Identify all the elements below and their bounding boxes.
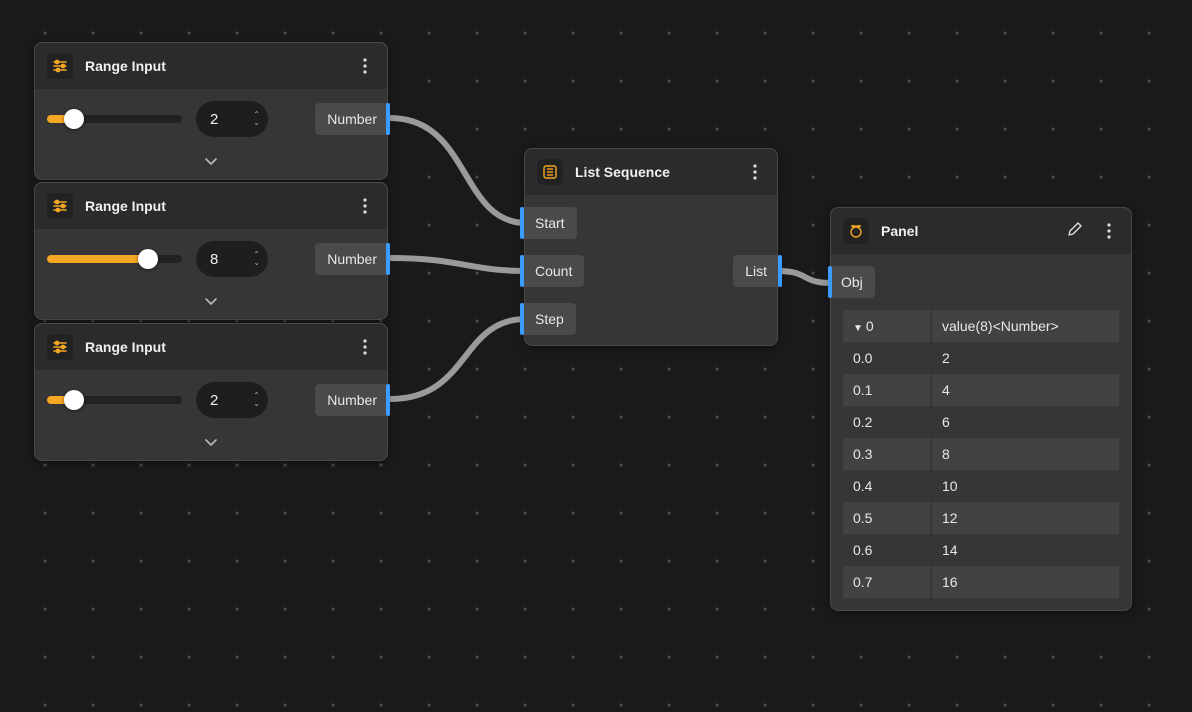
output-port-number[interactable]: Number [315, 103, 389, 135]
more-icon[interactable] [355, 56, 375, 76]
table-row: 0.02 [843, 342, 1119, 374]
step-down-icon[interactable]: ⌄ [253, 400, 260, 408]
list-sequence-icon [537, 159, 563, 185]
node-title: Range Input [85, 198, 343, 214]
node-list-sequence[interactable]: List Sequence Start Count Step List [524, 148, 778, 346]
row-value: 2 [931, 342, 1119, 374]
port-handle[interactable] [386, 243, 390, 275]
more-icon[interactable] [355, 337, 375, 357]
collapse-icon[interactable]: ▼ [853, 323, 863, 334]
table-row: 0.14 [843, 374, 1119, 406]
row-value: 16 [931, 566, 1119, 598]
panel-icon [843, 218, 869, 244]
row-key: 0.5 [843, 502, 931, 534]
expand-toggle[interactable] [35, 430, 387, 460]
panel-table: ▼0 value(8)<Number> 0.020.140.260.380.41… [843, 310, 1119, 598]
expand-toggle[interactable] [35, 149, 387, 179]
slider[interactable] [47, 109, 182, 129]
node-title: Range Input [85, 58, 343, 74]
row-key: 0.1 [843, 374, 931, 406]
row-value: 12 [931, 502, 1119, 534]
table-row: 0.410 [843, 470, 1119, 502]
number-input[interactable]: 2 ⌃⌄ [196, 382, 268, 418]
port-handle[interactable] [778, 255, 782, 287]
slider[interactable] [47, 249, 182, 269]
row-value: 6 [931, 406, 1119, 438]
sliders-icon [47, 334, 73, 360]
slider[interactable] [47, 390, 182, 410]
edit-icon[interactable] [1067, 221, 1083, 242]
number-input[interactable]: 8 ⌃⌄ [196, 241, 268, 277]
node-range-input-3[interactable]: Range Input 2 ⌃⌄ Number [34, 323, 388, 461]
node-range-input-2[interactable]: Range Input 8 ⌃⌄ Number [34, 182, 388, 320]
input-port-start[interactable]: Start [523, 207, 577, 239]
row-key: 0.2 [843, 406, 931, 438]
table-row: 0.512 [843, 502, 1119, 534]
number-input[interactable]: 2 ⌃⌄ [196, 101, 268, 137]
expand-toggle[interactable] [35, 289, 387, 319]
port-handle[interactable] [828, 266, 832, 298]
row-value: 14 [931, 534, 1119, 566]
more-icon[interactable] [745, 162, 765, 182]
table-row: 0.614 [843, 534, 1119, 566]
more-icon[interactable] [355, 196, 375, 216]
step-down-icon[interactable]: ⌄ [253, 119, 260, 127]
input-port-obj[interactable]: Obj [829, 266, 875, 298]
output-port-number[interactable]: Number [315, 384, 389, 416]
port-handle[interactable] [386, 384, 390, 416]
port-handle[interactable] [386, 103, 390, 135]
node-title: List Sequence [575, 164, 733, 180]
row-key: 0.3 [843, 438, 931, 470]
node-panel[interactable]: Panel Obj ▼0 value(8)<Number> 0.020.140.… [830, 207, 1132, 611]
output-port-number[interactable]: Number [315, 243, 389, 275]
row-key: 0.7 [843, 566, 931, 598]
table-row: 0.38 [843, 438, 1119, 470]
row-key: 0.0 [843, 342, 931, 374]
node-title: Range Input [85, 339, 343, 355]
table-row: 0.716 [843, 566, 1119, 598]
row-value: 8 [931, 438, 1119, 470]
input-port-count[interactable]: Count [523, 255, 584, 287]
table-header-row[interactable]: ▼0 value(8)<Number> [843, 310, 1119, 342]
sliders-icon [47, 53, 73, 79]
row-key: 0.4 [843, 470, 931, 502]
node-title: Panel [881, 223, 1055, 239]
output-port-list[interactable]: List [733, 255, 779, 287]
node-range-input-1[interactable]: Range Input 2 ⌃⌄ Number [34, 42, 388, 180]
row-key: 0.6 [843, 534, 931, 566]
input-port-step[interactable]: Step [523, 303, 576, 335]
more-icon[interactable] [1099, 221, 1119, 241]
row-value: 10 [931, 470, 1119, 502]
port-handle[interactable] [520, 207, 524, 239]
step-down-icon[interactable]: ⌄ [253, 259, 260, 267]
row-value: 4 [931, 374, 1119, 406]
port-handle[interactable] [520, 303, 524, 335]
table-row: 0.26 [843, 406, 1119, 438]
sliders-icon [47, 193, 73, 219]
port-handle[interactable] [520, 255, 524, 287]
